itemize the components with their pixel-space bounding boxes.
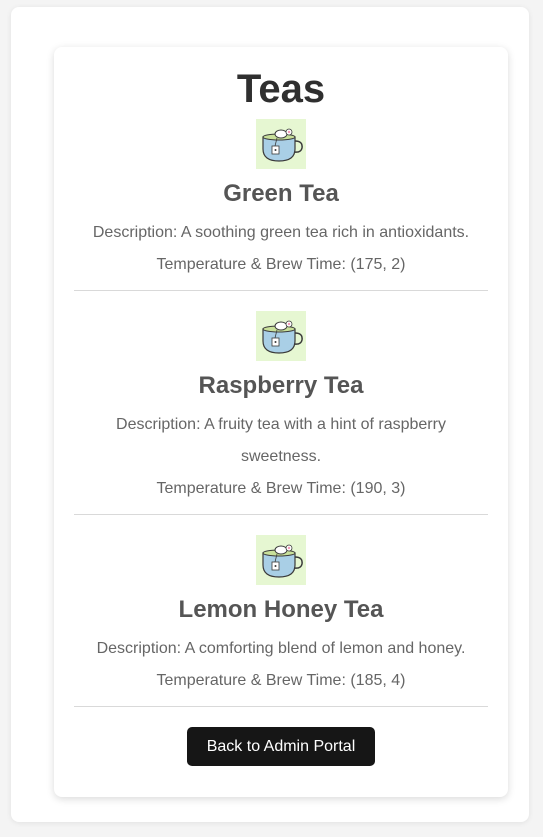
page-title: Teas (236, 67, 326, 111)
page-container: Teas Green Tea Description: A soothing g… (11, 7, 529, 822)
tea-description: Description: A comforting blend of lemon… (96, 640, 466, 657)
tea-cup-icon (256, 119, 306, 169)
tea-item: Green Tea Description: A soothing green … (74, 119, 488, 291)
tea-temp-brew: Temperature & Brew Time: (175, 2) (156, 256, 406, 273)
tea-temp-brew: Temperature & Brew Time: (185, 4) (156, 672, 406, 689)
teas-card: Teas Green Tea Description: A soothing g… (54, 47, 508, 797)
tea-name: Lemon Honey Tea (178, 596, 384, 623)
tea-temp-brew: Temperature & Brew Time: (190, 3) (156, 480, 406, 497)
back-to-admin-portal-button[interactable]: Back to Admin Portal (186, 727, 376, 766)
tea-name: Green Tea (223, 180, 339, 207)
tea-name: Raspberry Tea (198, 372, 364, 399)
tea-item: Raspberry Tea Description: A fruity tea … (74, 291, 488, 515)
tea-item: Lemon Honey Tea Description: A comfortin… (74, 515, 488, 707)
tea-cup-icon (256, 311, 306, 361)
tea-description: Description: A soothing green tea rich i… (92, 224, 470, 241)
tea-description: Description: A fruity tea with a hint of… (116, 416, 446, 465)
tea-cup-icon (256, 535, 306, 585)
